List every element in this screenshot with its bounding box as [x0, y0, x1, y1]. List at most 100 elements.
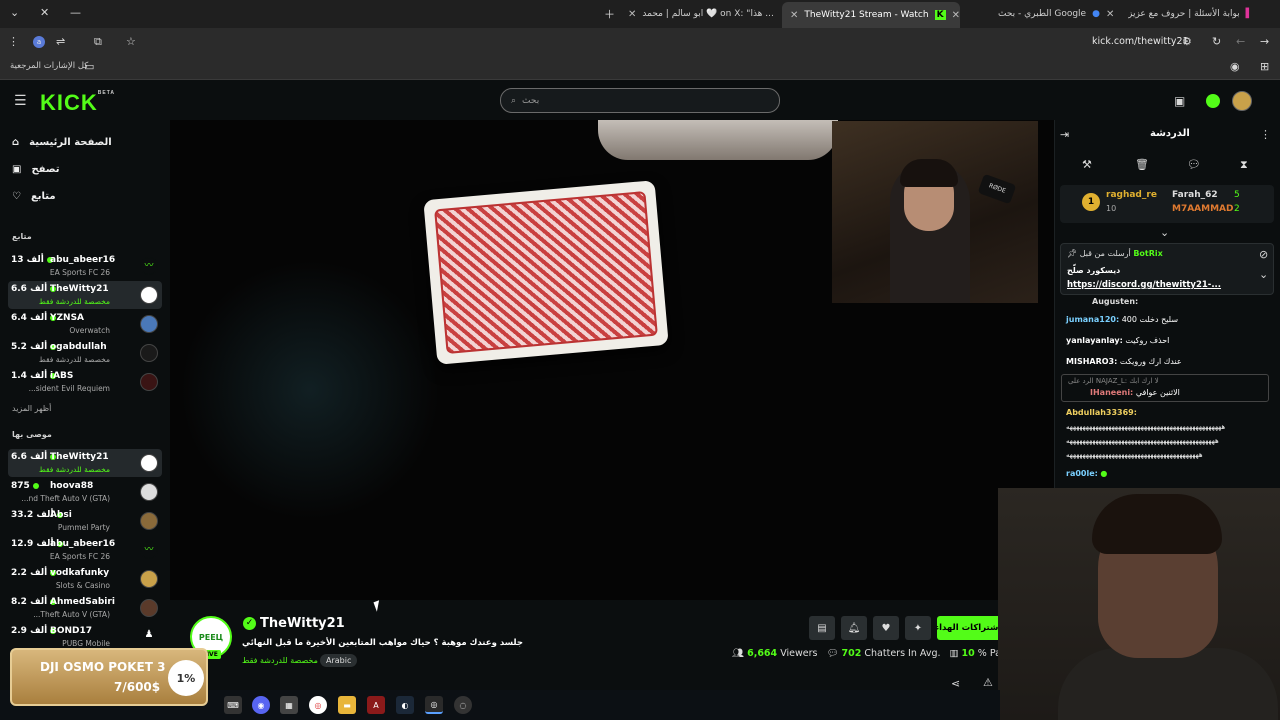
profile-avatar[interactable]: a: [33, 36, 45, 48]
chrome-icon[interactable]: ◎: [309, 696, 327, 714]
following-channel[interactable]: 6.4 ألف YZNSA Overwatch: [8, 310, 162, 338]
following-channel[interactable]: 13 ألف abu_abeer16 EA Sports FC 26 〰: [8, 252, 162, 280]
recommended-channel[interactable]: 12.9 ألف abu_abeer16 EA Sports FC 26 〰: [8, 536, 162, 564]
extensions-icon[interactable]: ⇌: [56, 35, 65, 48]
apps-grid-icon[interactable]: ⊞: [1260, 60, 1269, 73]
chat-leaderboard: 1 raghad_re 10 Farah_62 5 M7AAMMAD 2: [1060, 185, 1274, 223]
trash-icon[interactable]: 🗑︎: [1135, 158, 1149, 171]
tune-icon[interactable]: ⚙: [1182, 35, 1192, 48]
search-input[interactable]: ⌕ بحث: [500, 88, 780, 113]
following-channel[interactable]: 5.2 ألف ogabdullah مخصصة للدردشة فقط: [8, 339, 162, 367]
sparkle-button[interactable]: ✦: [905, 616, 931, 640]
kick-logo[interactable]: KICKBETA: [40, 90, 115, 116]
expand-icon[interactable]: ⌄: [1259, 268, 1268, 281]
kick-coin-icon[interactable]: [1206, 94, 1220, 108]
tab-kick-stream[interactable]: ✕ TheWitty21 Stream - Watch K ✕: [782, 2, 960, 28]
chevron-down-icon[interactable]: ⌄: [10, 6, 19, 19]
notification-bell-button[interactable]: 🔔︎: [841, 616, 867, 640]
recommended-channel[interactable]: 33.2 ألف Absi Pummel Party: [8, 507, 162, 535]
acrobat-icon[interactable]: A: [367, 696, 385, 714]
chat-message: jumana120: سليح دخلت 400: [1066, 315, 1179, 324]
following-section-title: متابع: [12, 232, 32, 241]
viewers-stat: 👥︎ 6,664 Viewers: [732, 648, 818, 659]
browser-tab-bar: ⌄ ✕ — ＋ ✕ ابو سالم | محمد 🤍 on X: "هذا ..…: [0, 0, 1280, 28]
chart-icon: ▥: [949, 648, 959, 659]
tab-questions-portal[interactable]: بوابة الأسئلة | حروف مع عزيز ▌: [1128, 4, 1258, 24]
star-icon[interactable]: ☆: [126, 35, 136, 48]
reload-icon[interactable]: ↻: [1212, 35, 1221, 48]
back-icon[interactable]: →: [1260, 35, 1269, 48]
channel-avatar: [140, 483, 158, 501]
leader-name: M7AAMMAD: [1172, 204, 1234, 214]
pinned-link[interactable]: https://discord.gg/thewitty21-...: [1067, 280, 1221, 290]
app-icon[interactable]: ▦: [280, 696, 298, 714]
recommended-section-title: موصى بها: [12, 430, 52, 439]
chat-message: هههههههههههههههههههههههههههههههههههههههه…: [1066, 423, 1226, 431]
video-ambient-light: [180, 260, 440, 520]
follow-heart-button[interactable]: ♥: [873, 616, 899, 640]
share-icon[interactable]: ⧉: [94, 35, 102, 49]
chat-panel: [1054, 120, 1280, 490]
chat-message: هههههههههههههههههههههههههههههههههههههههه…: [1066, 451, 1203, 459]
stream-title: جلسد وعندك موهبة ؟ حياك مواهب المتابعين …: [242, 638, 523, 648]
hourglass-icon[interactable]: ⧗: [1240, 158, 1248, 172]
show-more-link[interactable]: أظهر المزيد: [12, 404, 51, 413]
tv-icon[interactable]: ▣: [1174, 94, 1185, 108]
gift-subs-button[interactable]: اشتراكات الهداء: [937, 616, 999, 640]
language-tag[interactable]: Arabic: [320, 654, 358, 667]
tab-x-post[interactable]: ✕ابو سالم | محمد 🤍 on X: "هذا ...𝕏: [628, 4, 778, 24]
chat-bubble-icon[interactable]: 💬︎: [1187, 158, 1201, 171]
mod-hammer-icon[interactable]: ⚒: [1082, 158, 1092, 171]
app-icon[interactable]: ◌: [454, 696, 472, 714]
channel-avatar: [140, 344, 158, 362]
video-playing-card: [423, 180, 669, 365]
menu-dots-icon[interactable]: ⋮: [8, 35, 19, 48]
chat-bubble-icon: 💬︎: [826, 648, 839, 659]
recommended-channel[interactable]: 8.2 ألف AhmedSabiri ...Theft Auto V (GTA…: [8, 594, 162, 622]
streamer-name[interactable]: TheWitty21: [260, 616, 345, 631]
following-channel[interactable]: 6.6 ألف TheWitty21 مخصصة للدردشة فقط: [8, 281, 162, 309]
goal-percent: 1%: [168, 660, 204, 696]
nav-home[interactable]: ⌂ الصفحة الرئيسية: [12, 131, 112, 153]
tab-google-search[interactable]: الطبري - بحث Google ● ✕: [998, 4, 1118, 24]
forward-icon[interactable]: ←: [1236, 35, 1245, 48]
folder-icon[interactable]: ▬: [338, 696, 356, 714]
new-tab-icon[interactable]: ＋: [604, 6, 615, 22]
share-icon[interactable]: ⋖: [951, 677, 960, 690]
chat-menu-icon[interactable]: ⋮: [1260, 128, 1271, 141]
unpin-icon[interactable]: ⊘: [1259, 248, 1268, 261]
discord-icon[interactable]: ◉: [252, 696, 270, 714]
app-icon[interactable]: ⌨: [224, 696, 242, 714]
heart-icon: ♡: [12, 190, 21, 202]
rank-badge: 1: [1082, 193, 1100, 211]
search-icon: ⌕: [511, 95, 517, 106]
minimize-icon[interactable]: —: [70, 6, 81, 19]
channel-avatar: [140, 286, 158, 304]
all-bookmarks-label[interactable]: كل الإشارات المرجعية: [10, 61, 88, 71]
url-text[interactable]: kick.com/thewitty21: [1092, 36, 1189, 47]
following-channel[interactable]: 1.4 ألف iABS ...sident Evil Requiem: [8, 368, 162, 396]
chevron-down-icon[interactable]: ⌄: [1160, 226, 1169, 239]
nav-browse[interactable]: ▣ تصفح: [12, 158, 59, 180]
hamburger-menu-icon[interactable]: ☰: [14, 93, 27, 109]
chrome-active-icon[interactable]: ◎: [425, 696, 443, 714]
channel-avatar: ♟: [140, 628, 158, 646]
theater-mode-button[interactable]: ▤: [809, 616, 835, 640]
recommended-channel[interactable]: 2.2 ألف vodkafunky Slots & Casino: [8, 565, 162, 593]
leader-name: raghad_re: [1106, 190, 1157, 200]
collapse-chat-icon[interactable]: ⇥: [1060, 128, 1069, 141]
recommended-channel[interactable]: 2.9 ألف BOND17 PUBG Mobile ♟: [8, 623, 162, 651]
user-avatar[interactable]: [1232, 91, 1252, 111]
channel-avatar: [140, 373, 158, 391]
close-window-icon[interactable]: ✕: [40, 6, 49, 19]
steam-icon[interactable]: ◐: [396, 696, 414, 714]
stream-category[interactable]: مخصصة للدردشة فقط: [242, 656, 318, 665]
recommended-channel[interactable]: 6.6 ألف TheWitty21 مخصصة للدردشة فقط: [8, 449, 162, 477]
chrome-icon[interactable]: ◉: [1230, 60, 1240, 73]
channel-avatar: [140, 454, 158, 472]
pinned-message[interactable]: 📌︎ أرسلت من قبل BotRix ديسكورد صلّح http…: [1060, 243, 1274, 295]
report-icon[interactable]: ⚠: [983, 676, 993, 689]
mic-label: RØDE: [977, 173, 1017, 205]
nav-following[interactable]: ♡ متابع: [12, 185, 56, 207]
recommended-channel[interactable]: 875 hoova88 ...nd Theft Auto V (GTA): [8, 478, 162, 506]
